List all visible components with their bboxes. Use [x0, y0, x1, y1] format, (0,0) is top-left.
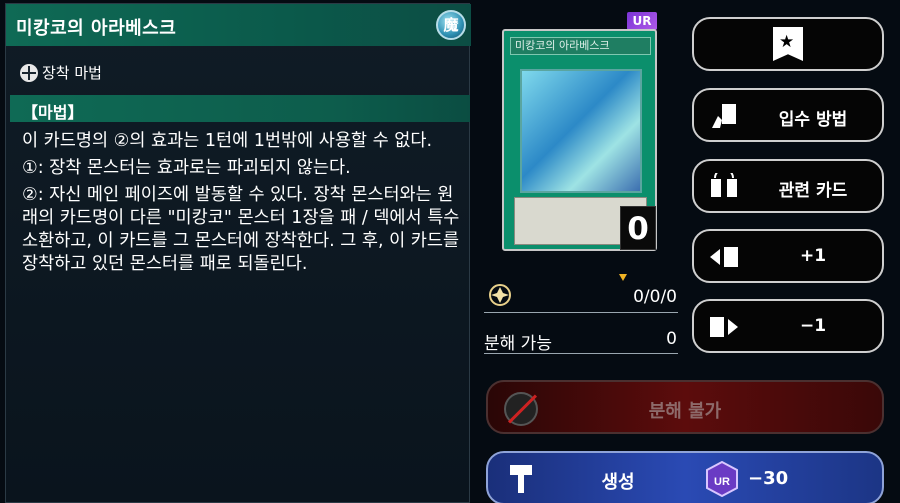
related-cards-icon	[711, 173, 737, 197]
owned-count: 0	[620, 206, 656, 250]
new-indicator-icon	[619, 274, 627, 281]
acquire-method-label: 입수 방법	[778, 110, 848, 130]
card-title-bar: 미캉코의 아라베스크 魔	[6, 4, 471, 46]
card-name: 미캉코의 아라베스크	[16, 18, 177, 39]
owned-breakdown: 0/0/0	[633, 287, 677, 307]
effect-line: ①: 장착 몬스터는 효과로는 파괴되지 않는다.	[22, 158, 351, 178]
card-detail-panel: 미캉코의 아라베스크 魔 장착 마법 【마법】 이 카드명의 ②의 효과는 1턴…	[5, 3, 471, 503]
card-type-row: 장착 마법	[20, 62, 102, 83]
related-cards-label: 관련 카드	[778, 181, 848, 201]
create-label: 생성	[601, 472, 635, 493]
dismantle-label: 분해 가능	[484, 334, 552, 354]
divider	[484, 312, 678, 313]
category-bar: 【마법】	[10, 95, 470, 122]
gem-icon	[489, 284, 511, 306]
dismantle-count: 0	[666, 329, 677, 349]
card-type: 장착 마법	[42, 64, 102, 82]
svg-text:UR: UR	[714, 476, 730, 488]
pointer-card-icon	[712, 104, 736, 128]
equip-spell-icon	[20, 63, 38, 82]
plus-label: +1	[799, 246, 827, 266]
related-cards-button[interactable]: 관련 카드	[692, 159, 884, 213]
add-to-deck-button[interactable]: +1	[692, 229, 884, 283]
effect-line: 이 카드명의 ②의 효과는 1턴에 1번밖에 사용할 수 없다.	[22, 131, 433, 151]
effect-line: ②: 자신 메인 페이즈에 발동할 수 있다. 장착 몬스터와는 원래의 카드명…	[22, 185, 460, 274]
dismantle-button-label: 분해 불가	[648, 401, 722, 422]
bookmark-button[interactable]: ★	[692, 17, 884, 71]
dismantle-button[interactable]: 분해 불가	[486, 380, 884, 434]
card-artwork	[520, 69, 642, 193]
card-image-name: 미캉코의 아라베스크	[510, 37, 651, 55]
divider	[484, 353, 678, 354]
rarity-badge: UR	[627, 12, 657, 30]
category-label: 【마법】	[22, 103, 84, 122]
remove-card-icon	[710, 317, 738, 337]
acquire-method-button[interactable]: 입수 방법	[692, 88, 884, 142]
effect-text[interactable]: 이 카드명의 ②의 효과는 1턴에 1번밖에 사용할 수 없다. ①: 장착 몬…	[22, 130, 467, 280]
magic-attribute-icon: 魔	[436, 10, 466, 40]
remove-from-deck-button[interactable]: −1	[692, 299, 884, 353]
hammer-icon	[510, 465, 532, 493]
minus-label: −1	[799, 316, 827, 336]
create-button[interactable]: 생성 UR −30	[486, 451, 884, 503]
ur-craft-point-icon: UR	[706, 461, 738, 497]
craft-cost: −30	[748, 468, 789, 489]
add-card-icon	[710, 247, 738, 267]
bookmark-icon: ★	[773, 27, 803, 61]
